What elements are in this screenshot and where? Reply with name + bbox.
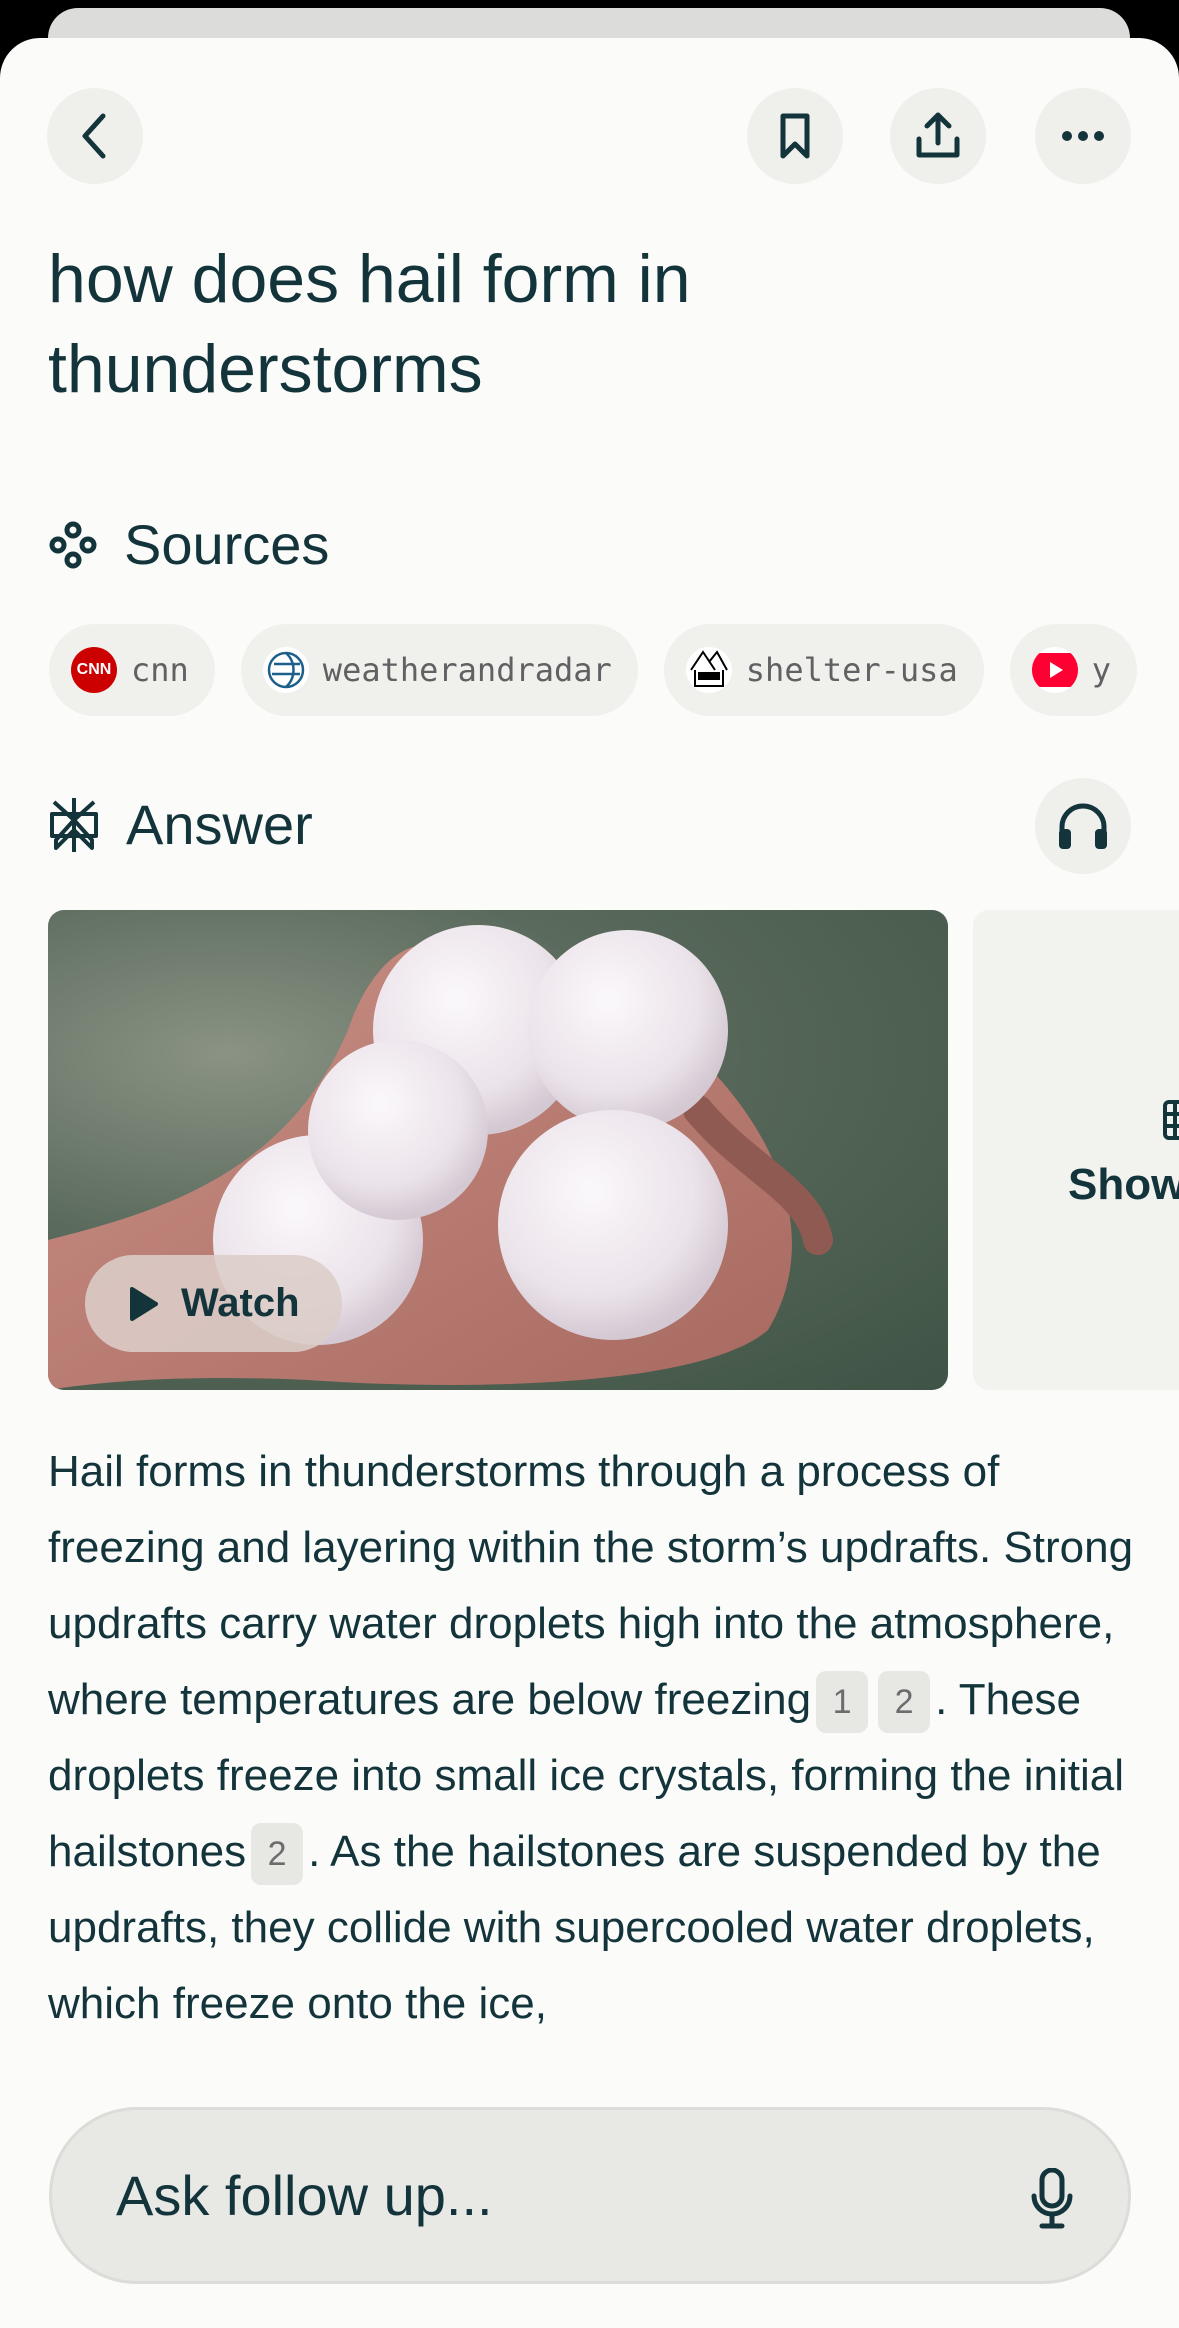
show-more-media-card[interactable]: Show xyxy=(973,910,1179,1390)
answer-heading: Answer xyxy=(126,793,313,856)
follow-up-input[interactable]: Ask follow up... xyxy=(49,2107,1131,2284)
sources-icon xyxy=(49,521,97,568)
answer-text: Hail forms in thunderstorms through a pr… xyxy=(48,1434,1148,2042)
film-icon xyxy=(1163,1100,1179,1140)
answer-header: Answer xyxy=(48,792,313,857)
youtube-logo-icon xyxy=(1031,647,1078,693)
video-thumbnail[interactable]: Watch xyxy=(48,910,948,1390)
shelter-logo-icon xyxy=(685,647,732,693)
back-button[interactable] xyxy=(47,88,143,184)
headphones-icon xyxy=(1059,803,1107,849)
page-title: how does hail form in thunderstorms xyxy=(48,241,691,407)
citation-badge[interactable]: 1 xyxy=(816,1671,869,1734)
bookmark-icon xyxy=(780,113,810,159)
source-chip-shelter-usa[interactable]: shelter-usa xyxy=(663,624,984,716)
source-label: cnn xyxy=(131,651,189,689)
more-icon xyxy=(1062,131,1104,141)
sources-list: CNN cnn weatherandradar shelter-usa y xyxy=(49,624,1137,716)
watch-label: Watch xyxy=(181,1281,300,1325)
perplexity-logo-icon xyxy=(50,797,98,852)
bookmark-button[interactable] xyxy=(747,88,843,184)
share-button[interactable] xyxy=(890,88,986,184)
follow-up-placeholder: Ask follow up... xyxy=(116,2164,493,2227)
microphone-icon[interactable] xyxy=(1030,2168,1074,2230)
watch-button[interactable]: Watch xyxy=(85,1255,342,1352)
source-label: shelter-usa xyxy=(745,651,958,689)
listen-button[interactable] xyxy=(1035,778,1131,874)
sources-header: Sources xyxy=(48,512,329,577)
more-button[interactable] xyxy=(1035,88,1131,184)
play-icon xyxy=(130,1286,158,1321)
citation-badge[interactable]: 2 xyxy=(251,1823,304,1886)
globe-icon xyxy=(262,647,309,693)
show-label: Show xyxy=(1068,1160,1179,1209)
cnn-logo-icon: CNN xyxy=(71,647,117,693)
chevron-left-icon xyxy=(82,113,106,159)
source-chip-weatherandradar[interactable]: weatherandradar xyxy=(240,624,638,716)
source-chip-youtube[interactable]: y xyxy=(1009,624,1137,716)
share-icon xyxy=(916,112,960,158)
answer-sheet: how does hail form in thunderstorms Sour… xyxy=(0,38,1179,2328)
source-chip-cnn[interactable]: CNN cnn xyxy=(49,624,215,716)
citation-badge[interactable]: 2 xyxy=(878,1671,931,1734)
source-label: weatherandradar xyxy=(322,651,612,689)
sources-heading: Sources xyxy=(124,513,330,576)
source-label: y xyxy=(1091,651,1111,689)
